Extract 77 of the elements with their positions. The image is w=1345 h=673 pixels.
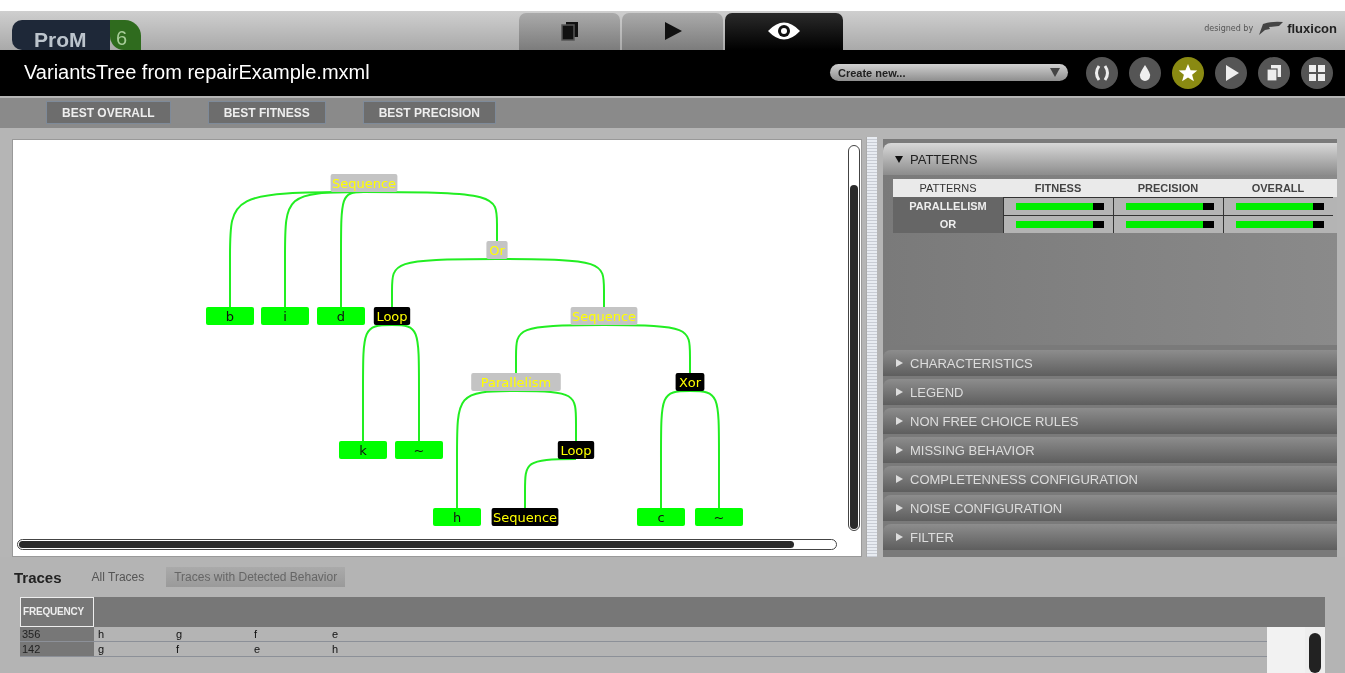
section-header[interactable]: NON FREE CHOICE RULES [883, 408, 1337, 434]
tree-node[interactable]: Loop [557, 441, 595, 459]
prom-logo: ProM 6 [12, 20, 142, 50]
tree-edge [524, 458, 577, 509]
tree-node[interactable]: c [637, 508, 685, 526]
credit-text: designed by [1204, 24, 1254, 33]
expand-icon [895, 359, 903, 367]
collapse-icon [895, 155, 903, 163]
section-header[interactable]: FILTER [883, 524, 1337, 550]
tree-node[interactable]: ~ [695, 508, 743, 526]
expand-icon [895, 475, 903, 483]
copy-button[interactable] [1258, 56, 1290, 89]
drop-button[interactable] [1129, 56, 1161, 89]
brand-text: fluxicon [1287, 21, 1337, 36]
tree-node[interactable]: ~ [395, 441, 443, 459]
column-header: FREQUENCY [20, 597, 94, 627]
table-cell-text: f [253, 627, 259, 641]
toolbar-button[interactable]: BEST FITNESS [207, 101, 326, 125]
section-title: Traces [14, 568, 62, 586]
table-cell: 356 [20, 627, 94, 641]
tree-node[interactable]: i [261, 307, 309, 325]
expand-icon [895, 504, 903, 512]
vertical-scrollbar[interactable] [848, 145, 860, 531]
section-header[interactable]: NOISE CONFIGURATION [883, 495, 1337, 521]
star-icon [1178, 62, 1198, 83]
traces-tab[interactable]: Traces with Detected Behavior [166, 567, 346, 587]
expand-icon [895, 533, 903, 541]
column-header: PATTERNS [918, 181, 978, 196]
tree-node[interactable]: k [339, 441, 387, 459]
grid-icon [1307, 62, 1327, 83]
table-cell-text: e [331, 627, 340, 641]
section-header[interactable]: MISSING BEHAVIOR [883, 437, 1337, 463]
view-tab[interactable] [725, 13, 844, 50]
section-header[interactable]: COMPLETENNESS CONFIGURATION [883, 466, 1337, 492]
refresh-button[interactable] [1086, 56, 1118, 89]
toolbar-button[interactable]: BEST PRECISION [362, 101, 497, 125]
blank-panel [1267, 627, 1305, 673]
section-header[interactable]: PATTERNS [883, 143, 1337, 175]
create-dropdown[interactable]: Create new... [830, 64, 1068, 82]
view-tab[interactable] [519, 13, 621, 50]
copy-icon [558, 20, 581, 43]
view-tab[interactable] [622, 13, 724, 50]
table-cell-text: g [97, 642, 106, 656]
tree-node[interactable]: Loop [373, 307, 411, 325]
window-title: VariantsTree from repairExample.mxml [24, 61, 370, 85]
table-cell-text: e [253, 642, 262, 656]
table-cell: 142 [20, 642, 94, 656]
toolbar-button[interactable]: BEST OVERALL [46, 101, 171, 125]
wing-icon [1257, 21, 1284, 36]
grid-button[interactable] [1301, 56, 1333, 89]
caret-icon [1050, 68, 1060, 78]
pattern-name: OR [893, 215, 1003, 233]
tree-node[interactable]: Xor [675, 373, 705, 391]
expand-icon [895, 417, 903, 425]
section-header[interactable]: LEGEND [883, 379, 1337, 405]
section-header[interactable]: CHARACTERISTICS [883, 350, 1337, 376]
expand-icon [895, 446, 903, 454]
column-header: FITNESS [1033, 181, 1083, 196]
splitter-handle[interactable] [866, 137, 877, 557]
table-cell-text: f [175, 642, 181, 656]
traces-tab[interactable]: All Traces [83, 567, 153, 587]
star-button[interactable] [1172, 56, 1204, 89]
copy-icon [1264, 62, 1284, 83]
play-button[interactable] [1215, 56, 1247, 89]
tree-node[interactable]: b [206, 307, 254, 325]
table-cell-text: h [331, 642, 340, 656]
pattern-name: PARALLELISM [893, 197, 1003, 215]
tree-node[interactable]: d [317, 307, 365, 325]
column-header: OVERALL [1250, 181, 1306, 196]
horizontal-scrollbar[interactable] [17, 539, 837, 550]
table-cell-text: h [97, 627, 106, 641]
column-header: PRECISION [1136, 181, 1200, 196]
tree-node[interactable]: h [433, 508, 481, 526]
tree-node[interactable]: Sequence [491, 508, 559, 526]
vertical-scrollbar[interactable] [1305, 627, 1325, 673]
expand-icon [895, 388, 903, 396]
table-cell-text: g [175, 627, 184, 641]
